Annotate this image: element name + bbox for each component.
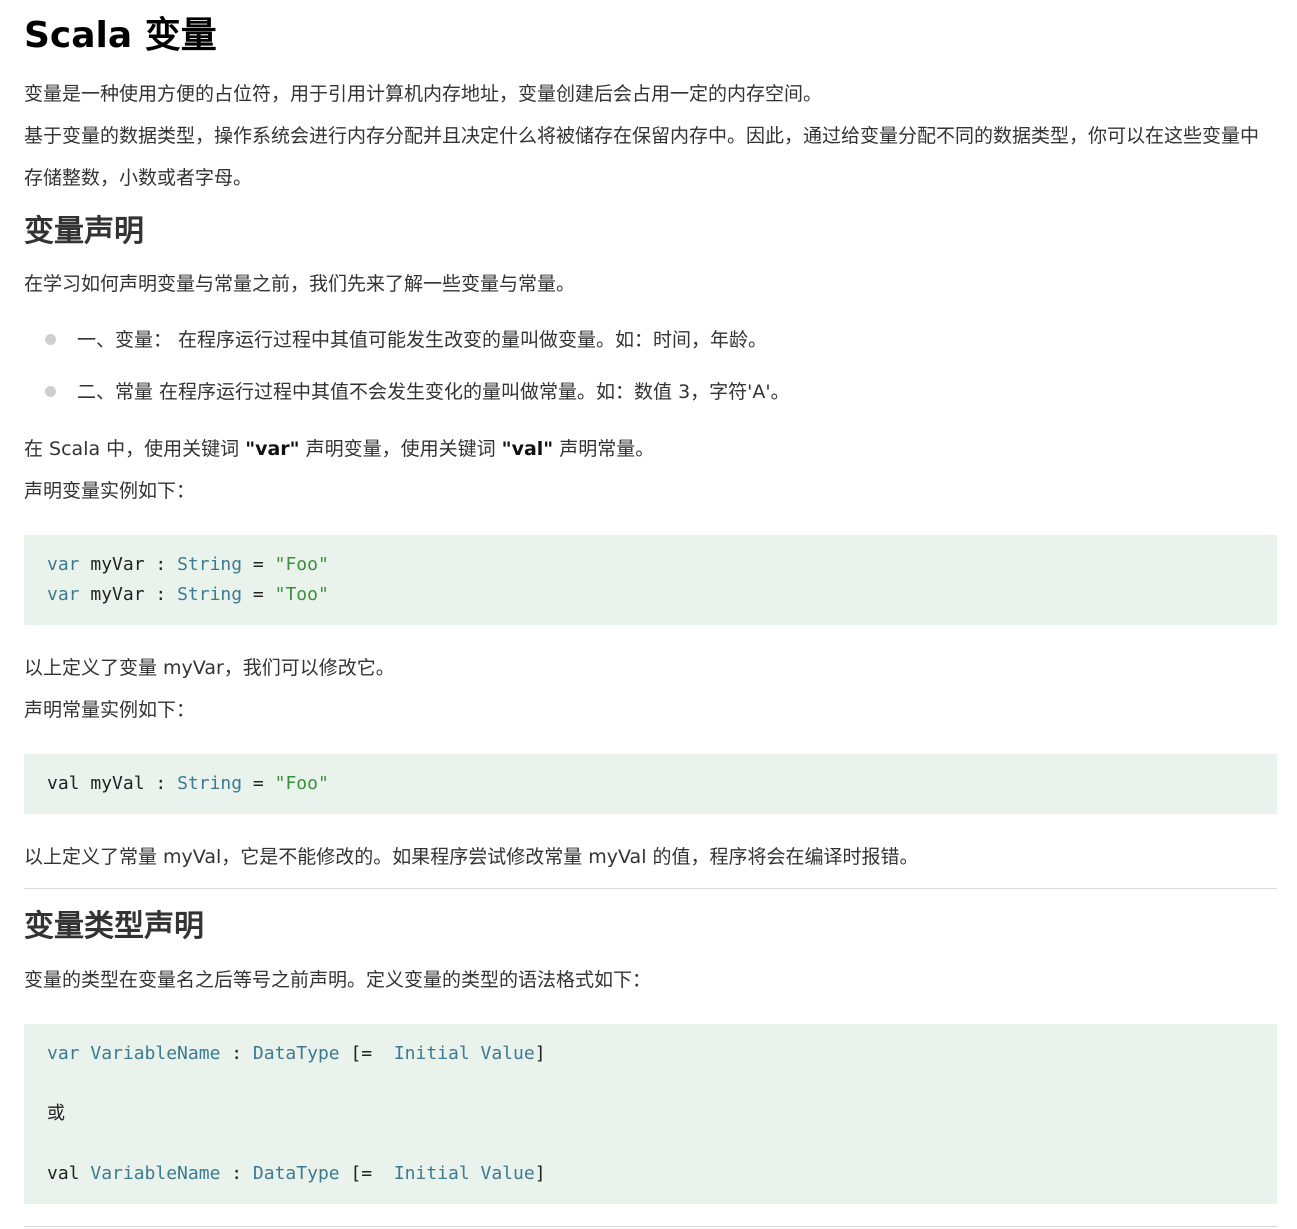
code-type: String (177, 554, 243, 575)
code-keyword: var (47, 584, 80, 605)
code-line: var VariableName : DataType [= Initial V… (47, 1039, 1254, 1069)
code-identifier: myVar (79, 554, 156, 575)
code-or-text: 或 (47, 1103, 65, 1124)
code-bracket: ] (534, 1043, 546, 1064)
code-colon: : (155, 554, 178, 575)
keyword-paragraph: 在 Scala 中，使用关键词 "var" 声明变量，使用关键词 "val" 声… (24, 428, 654, 470)
code-keyword: val (47, 1163, 80, 1184)
code-block-val: val myVal : String = "Foo" (24, 754, 1277, 814)
code-operator: [= (339, 1043, 394, 1064)
intro-paragraph-1: 变量是一种使用方便的占位符，用于引用计算机内存地址，变量创建后会占用一定的内存空… (24, 83, 823, 105)
code-colon: : (220, 1163, 253, 1184)
var-note: 以上定义了变量 myVar，我们可以修改它。 (24, 657, 395, 679)
list-item-text: 一、变量： 在程序运行过程中其值可能发生改变的量叫做变量。如：时间，年龄。 (77, 329, 768, 351)
list-item: 一、变量： 在程序运行过程中其值可能发生改变的量叫做变量。如：时间，年龄。 (24, 318, 790, 370)
code-line: var myVar : String = "Foo" (47, 550, 1254, 580)
code-operator: = (242, 554, 275, 575)
val-example-intro: 声明常量实例如下： (24, 699, 196, 721)
code-block-syntax: var VariableName : DataType [= Initial V… (24, 1024, 1277, 1204)
code-type: DataType (252, 1043, 340, 1064)
code-initial-value: Initial Value (393, 1043, 535, 1064)
code-colon: : (155, 773, 178, 794)
code-type: DataType (252, 1163, 340, 1184)
list-item: 二、常量 在程序运行过程中其值不会发生变化的量叫做常量。如：数值 3，字符'A'… (24, 370, 790, 422)
section-divider (24, 888, 1277, 889)
code-colon: : (155, 584, 178, 605)
keyword-text-before: 在 Scala 中，使用关键词 (24, 438, 246, 460)
code-keyword: val (47, 773, 80, 794)
intro-paragraph-2: 基于变量的数据类型，操作系统会进行内存分配并且决定什么将被储存在保留内存中。因此… (24, 125, 1260, 189)
code-type: String (177, 773, 243, 794)
code-identifier: myVal (79, 773, 156, 794)
code-operator: = (242, 584, 275, 605)
code-keyword: var (47, 554, 80, 575)
code-colon: : (220, 1043, 253, 1064)
code-type: String (177, 584, 243, 605)
section-divider-bottom (24, 1226, 1277, 1227)
keyword-text-after: 声明常量。 (553, 438, 655, 460)
page-title: Scala 变量 (24, 15, 217, 56)
keyword-var: "var" (245, 438, 300, 460)
code-line: val myVal : String = "Foo" (47, 769, 1254, 799)
code-line: 或 (47, 1099, 1254, 1129)
code-identifier: myVar (79, 584, 156, 605)
section-heading-declaration: 变量声明 (24, 214, 144, 249)
section2-lead: 变量的类型在变量名之后等号之前声明。定义变量的类型的语法格式如下： (24, 969, 652, 991)
code-block-var: var myVar : String = "Foo" var myVar : St… (24, 535, 1277, 625)
code-string: "Too" (274, 584, 329, 605)
section-heading-type-declaration: 变量类型声明 (24, 909, 204, 944)
bullet-list: 一、变量： 在程序运行过程中其值可能发生改变的量叫做变量。如：时间，年龄。 二、… (24, 318, 790, 422)
code-identifier: VariableName (90, 1163, 221, 1184)
code-line: var myVar : String = "Too" (47, 580, 1254, 610)
code-keyword: var (47, 1043, 80, 1064)
section-lead: 在学习如何声明变量与常量之前，我们先来了解一些变量与常量。 (24, 273, 576, 295)
code-operator: = (242, 773, 275, 794)
list-item-text: 二、常量 在程序运行过程中其值不会发生变化的量叫做常量。如：数值 3，字符'A'… (77, 381, 790, 403)
keyword-val: "val" (501, 438, 554, 460)
bullet-dot-icon (45, 334, 56, 345)
code-initial-value: Initial Value (393, 1163, 535, 1184)
code-operator: [= (339, 1163, 394, 1184)
code-string: "Foo" (274, 554, 329, 575)
code-bracket: ] (534, 1163, 546, 1184)
var-example-intro: 声明变量实例如下： (24, 480, 196, 502)
val-note: 以上定义了常量 myVal，它是不能修改的。如果程序尝试修改常量 myVal 的… (24, 846, 919, 868)
keyword-text-middle: 声明变量，使用关键词 (299, 438, 502, 460)
code-line: val VariableName : DataType [= Initial V… (47, 1159, 1254, 1189)
code-identifier: VariableName (90, 1043, 221, 1064)
bullet-dot-icon (45, 386, 56, 397)
code-string: "Foo" (274, 773, 329, 794)
